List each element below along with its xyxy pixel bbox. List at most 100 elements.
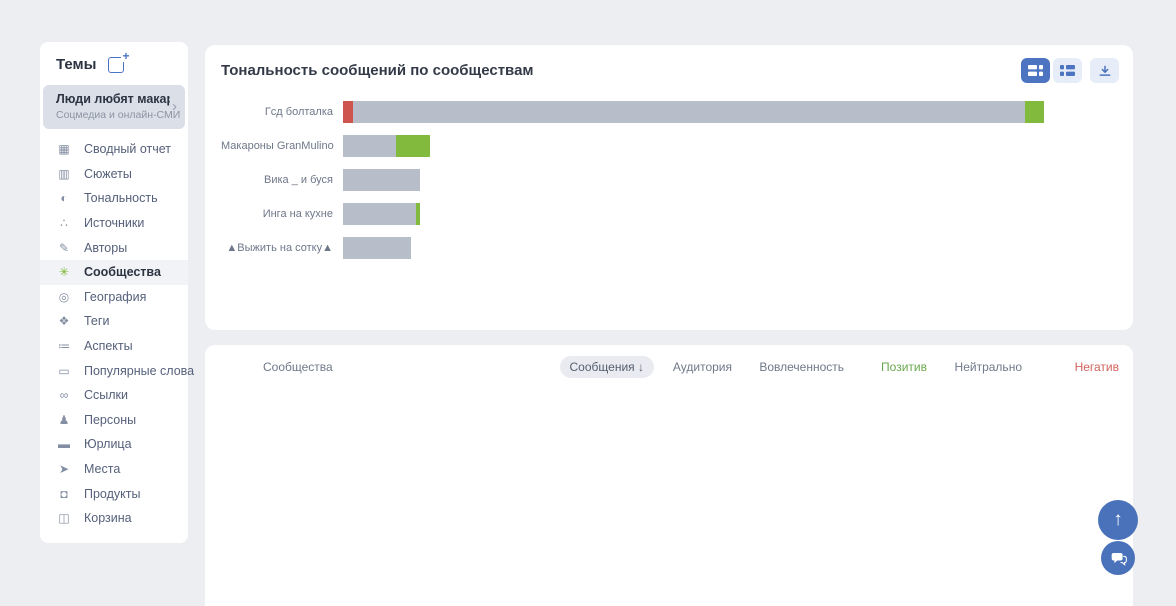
sidebar-item-label: Корзина	[84, 511, 132, 526]
theme-selector[interactable]: Люди любят макароны Соцмедиа и онлайн-СМ…	[43, 85, 185, 129]
stacked-bars-icon	[1028, 65, 1043, 76]
bar-segment-нейтрально[interactable]	[343, 203, 416, 225]
sidebar-item-label: Места	[84, 462, 121, 477]
theme-info: Люди любят макароны Соцмедиа и онлайн-СМ…	[56, 92, 181, 121]
col-communities[interactable]: Сообщества	[219, 360, 559, 374]
communities-table-card: Сообщества Сообщения ↓ Аудитория Вовлече…	[205, 345, 1133, 606]
scroll-to-top-button[interactable]: ↑	[1098, 500, 1138, 540]
sidebar-item-links[interactable]: ∞ Ссылки	[40, 383, 188, 408]
chart-x-axis	[343, 271, 1117, 287]
sidebar-item-authors[interactable]: ✎ Авторы	[40, 235, 188, 260]
chart-bar-track	[343, 203, 1117, 225]
sidebar-item-popular-words[interactable]: ▭ Популярные слова	[40, 358, 194, 383]
chart-category-label: ▲Выжить на сотку▲	[226, 242, 333, 254]
sidebar-item-stories[interactable]: ▥ Сюжеты	[40, 162, 188, 187]
sidebar-item-label: Продукты	[84, 486, 141, 501]
geography-icon: ◎	[58, 289, 70, 304]
table-header: Сообщества Сообщения ↓ Аудитория Вовлече…	[219, 350, 1119, 383]
tags-icon: ❖	[58, 314, 70, 329]
sidebar-menu: ▦ Сводный отчет ▥ Сюжеты ◐ Тональность ∴…	[40, 137, 194, 531]
products-icon: ◘	[60, 486, 68, 501]
authors-icon: ✎	[58, 240, 70, 255]
chart-toolbar	[1021, 58, 1119, 83]
sidebar-item-label: География	[84, 289, 147, 304]
sidebar-item-trash[interactable]: ◫ Корзина	[40, 506, 188, 531]
sidebar-title: Темы	[56, 56, 97, 73]
chart-bar-row: Гсд болталка	[221, 101, 1117, 123]
chart-bar-row: Макароны GranMulino	[221, 135, 1117, 157]
tonality-icon: ◐	[60, 191, 68, 206]
chart-title: Тональность сообщений по сообществам	[221, 62, 534, 79]
sidebar-item-label: Ссылки	[84, 388, 129, 403]
theme-subtitle: Соцмедиа и онлайн-СМИ	[56, 109, 181, 121]
col-audience[interactable]: Аудитория	[654, 360, 732, 374]
persons-icon: ♟	[58, 412, 70, 427]
sidebar-item-label: Источники	[84, 216, 145, 231]
sidebar-item-legal-entities[interactable]: ▬ Юрлица	[40, 432, 188, 457]
stacked-bars-alt-icon	[1060, 65, 1075, 76]
bar-segment-нейтрально[interactable]	[352, 101, 1026, 123]
bar-segment-нейтрально[interactable]	[343, 135, 397, 157]
chart-view-list-button[interactable]	[1053, 58, 1082, 83]
sidebar-item-label: Популярные слова	[84, 363, 195, 378]
col-negative[interactable]: Негатив	[1022, 360, 1119, 374]
chevron-right-icon: ›	[172, 98, 177, 115]
bar-segment-позитив[interactable]	[1025, 101, 1045, 123]
col-engagement[interactable]: Вовлеченность	[732, 360, 844, 374]
chart-bar-row: ▲Выжить на сотку▲	[221, 237, 1117, 259]
download-icon	[1099, 65, 1110, 76]
chart-view-bars-button[interactable]	[1021, 58, 1050, 83]
chart-bar-track	[343, 169, 1117, 191]
sidebar-item-places[interactable]: ➤ Места	[40, 457, 188, 482]
add-topic-button[interactable]: +	[108, 49, 131, 73]
chart-category-label: Гсд болталка	[264, 106, 333, 118]
sidebar-item-label: Сводный отчет	[84, 142, 172, 157]
download-button[interactable]	[1090, 58, 1119, 83]
col-messages-label: Сообщения	[569, 359, 635, 374]
sidebar-item-tonality[interactable]: ◐ Тональность	[40, 186, 188, 211]
app-viewport: Темы + Люди любят макароны Соцмедиа и он…	[0, 0, 1176, 606]
chat-button[interactable]	[1101, 541, 1135, 575]
bar-segment-нейтрально[interactable]	[343, 169, 421, 191]
sidebar-item-tags[interactable]: ❖ Теги	[40, 309, 188, 334]
trash-icon: ◫	[58, 511, 70, 526]
sidebar-item-label: Юрлица	[84, 437, 132, 452]
chat-bubbles-icon	[1111, 552, 1127, 566]
sidebar-item-summary-report[interactable]: ▦ Сводный отчет	[40, 137, 188, 162]
chart-category-label: Макароны GranMulino	[221, 140, 334, 152]
sidebar-item-products[interactable]: ◘ Продукты	[40, 481, 188, 506]
sidebar-item-label: Персоны	[84, 412, 137, 427]
stories-icon: ▥	[58, 166, 70, 181]
col-positive[interactable]: Позитив	[844, 360, 927, 374]
sort-desc-icon: ↓	[638, 359, 644, 374]
col-neutral[interactable]: Нейтрально	[927, 360, 1022, 374]
links-icon: ∞	[59, 388, 69, 403]
chart-category-label: Вика _ и буся	[264, 174, 333, 186]
bar-segment-негатив[interactable]	[343, 101, 353, 123]
summary-report-icon: ▦	[58, 142, 70, 157]
bar-segment-позитив[interactable]	[415, 203, 421, 225]
places-icon: ➤	[58, 462, 70, 477]
plus-icon: +	[121, 48, 131, 63]
sidebar-item-aspects[interactable]: ≔ Аспекты	[40, 334, 188, 359]
sidebar-item-geography[interactable]: ◎ География	[40, 285, 188, 310]
chart-bar-row: Инга на кухне	[221, 203, 1117, 225]
sidebar-item-persons[interactable]: ♟ Персоны	[40, 408, 188, 433]
sidebar-header: Темы +	[40, 42, 188, 85]
communities-icon: ✳	[58, 265, 70, 280]
legal-entities-icon: ▬	[58, 437, 70, 452]
chart-bar-row: Вика _ и буся	[221, 169, 1117, 191]
sidebar-item-sources[interactable]: ∴ Источники	[40, 211, 188, 236]
sidebar-item-label: Тональность	[84, 191, 158, 206]
sidebar-item-label: Сообщества	[84, 265, 161, 280]
popular-words-icon: ▭	[58, 363, 70, 378]
bar-segment-нейтрально[interactable]	[343, 237, 411, 259]
sidebar-item-label: Теги	[84, 314, 110, 329]
col-messages-sort[interactable]: Сообщения ↓	[559, 355, 654, 378]
sidebar-item-label: Аспекты	[84, 339, 133, 354]
theme-name: Люди любят макароны	[56, 92, 170, 106]
bar-segment-позитив[interactable]	[396, 135, 431, 157]
sidebar-item-label: Сюжеты	[84, 166, 132, 181]
sidebar-item-communities[interactable]: ✳ Сообщества	[40, 259, 188, 285]
chart-category-label: Инга на кухне	[262, 208, 333, 220]
